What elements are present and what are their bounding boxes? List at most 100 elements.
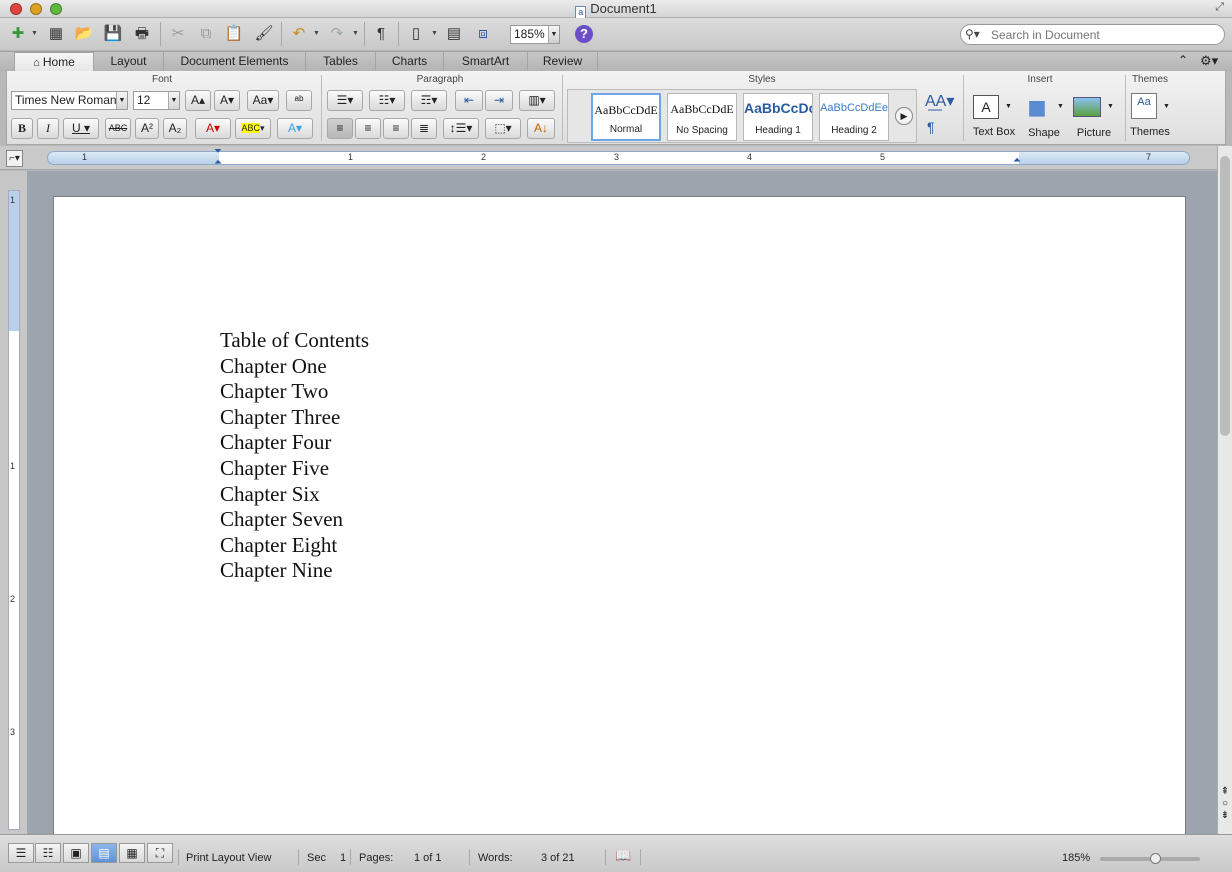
manage-styles-icon[interactable]: A͟A▾ bbox=[925, 91, 954, 111]
font-size-select[interactable]: 12 ▼ bbox=[133, 91, 180, 110]
new-document-icon[interactable]: ✚ bbox=[6, 22, 30, 46]
zoom-slider[interactable] bbox=[1100, 853, 1200, 864]
change-case-button[interactable]: Aa▾ bbox=[247, 90, 279, 111]
font-name-dropdown-icon[interactable]: ▼ bbox=[116, 92, 127, 109]
paste-icon[interactable]: 📋 bbox=[222, 22, 246, 46]
copy-icon[interactable]: ⧉ bbox=[194, 22, 218, 46]
search-input[interactable] bbox=[991, 26, 1216, 43]
sort-button[interactable]: A↓ bbox=[527, 118, 555, 139]
superscript-button[interactable]: A² bbox=[135, 118, 159, 139]
font-name-select[interactable]: Times New Roman ▼ bbox=[11, 91, 128, 110]
toc-line[interactable]: Chapter Nine bbox=[220, 558, 369, 584]
toc-line[interactable]: Chapter Six bbox=[220, 482, 369, 508]
bold-button[interactable]: B bbox=[11, 118, 33, 139]
shape-dropdown-icon[interactable]: ▼ bbox=[1057, 103, 1064, 110]
font-color-button[interactable]: A▾ bbox=[195, 118, 231, 139]
open-icon[interactable]: 📂 bbox=[72, 22, 96, 46]
scrollbar-thumb[interactable] bbox=[1220, 156, 1230, 436]
show-formatting-icon[interactable]: ¶ bbox=[369, 22, 393, 46]
redo-icon[interactable]: ↷ bbox=[325, 22, 349, 46]
picture-dropdown-icon[interactable]: ▼ bbox=[1107, 103, 1114, 110]
search-icon[interactable]: ⚲▾ bbox=[965, 25, 980, 44]
draft-view-icon[interactable]: ☰ bbox=[8, 843, 34, 863]
view-dropdown-icon[interactable]: ▼ bbox=[431, 30, 438, 37]
italic-button[interactable]: I bbox=[37, 118, 59, 139]
print-icon[interactable]: 🖶 bbox=[130, 22, 154, 46]
tab-selector-icon[interactable]: ⌐▾ bbox=[6, 150, 23, 167]
vertical-scrollbar[interactable]: ⇞ ○ ⇟ bbox=[1217, 146, 1232, 834]
borders-button[interactable]: ⬚▾ bbox=[485, 118, 521, 139]
right-indent-marker[interactable]: ⏶ bbox=[1013, 155, 1021, 166]
first-line-indent-marker[interactable]: ⏷ bbox=[214, 146, 222, 157]
toc-line[interactable]: Chapter Eight bbox=[220, 533, 369, 559]
picture-button[interactable]: ▼ Picture bbox=[1069, 91, 1119, 143]
zoom-select[interactable]: 185% ▼ bbox=[510, 25, 560, 44]
tab-tables[interactable]: Tables bbox=[306, 52, 376, 72]
format-painter-icon[interactable]: 🖌 bbox=[252, 22, 276, 46]
text-effects-button[interactable]: A▾ bbox=[277, 118, 313, 139]
help-icon[interactable]: ? bbox=[575, 25, 593, 43]
columns-button[interactable]: ▥▾ bbox=[519, 90, 555, 111]
highlight-button[interactable]: ABC▾ bbox=[235, 118, 271, 139]
horizontal-ruler[interactable]: 1 1 2 3 4 5 7 ⏷ ⏶ ⏶ bbox=[47, 146, 1190, 168]
print-layout-view-icon[interactable]: ▤ bbox=[91, 843, 117, 863]
strikethrough-button[interactable]: ABC bbox=[105, 118, 131, 139]
toc-line[interactable]: Chapter Two bbox=[220, 379, 369, 405]
themes-dropdown-icon[interactable]: ▼ bbox=[1163, 103, 1170, 110]
outline-view-icon[interactable]: ☷ bbox=[35, 843, 61, 863]
underline-button[interactable]: U ▾ bbox=[63, 118, 99, 139]
tab-review[interactable]: Review bbox=[528, 52, 598, 72]
styles-pane-icon[interactable]: ¶ bbox=[927, 119, 935, 135]
multilevel-list-button[interactable]: ☶▾ bbox=[411, 90, 447, 111]
redo-dropdown-icon[interactable]: ▼ bbox=[352, 30, 359, 37]
page-navigation-icon[interactable]: ⇞ ○ ⇟ bbox=[1219, 786, 1231, 822]
line-spacing-button[interactable]: ↕☰▾ bbox=[443, 118, 479, 139]
style-no-spacing[interactable]: AaBbCcDdE No Spacing bbox=[667, 93, 737, 141]
tab-home[interactable]: ⌂ Home bbox=[14, 52, 94, 72]
toc-line[interactable]: Chapter One bbox=[220, 354, 369, 380]
full-screen-view-icon[interactable]: ⛶ bbox=[147, 843, 173, 863]
new-document-dropdown-icon[interactable]: ▼ bbox=[31, 30, 38, 37]
tab-document-elements[interactable]: Document Elements bbox=[164, 52, 306, 72]
templates-icon[interactable]: ▦ bbox=[44, 22, 68, 46]
increase-indent-button[interactable]: ⇥ bbox=[485, 90, 513, 111]
zoom-dropdown-icon[interactable]: ▼ bbox=[548, 26, 559, 43]
styles-next-icon[interactable]: ▶ bbox=[895, 107, 913, 125]
style-heading-2[interactable]: AaBbCcDdEe Heading 2 bbox=[819, 93, 889, 141]
view-icon[interactable]: ▯ bbox=[404, 22, 428, 46]
tab-smartart[interactable]: SmartArt bbox=[444, 52, 528, 72]
style-heading-1[interactable]: AaBbCcDc Heading 1 bbox=[743, 93, 813, 141]
shape-button[interactable]: ◼ ▼ Shape bbox=[1019, 91, 1069, 143]
decrease-indent-button[interactable]: ⇤ bbox=[455, 90, 483, 111]
tab-charts[interactable]: Charts bbox=[376, 52, 444, 72]
textbox-dropdown-icon[interactable]: ▼ bbox=[1005, 103, 1012, 110]
toc-line[interactable]: Chapter Seven bbox=[220, 507, 369, 533]
zoom-slider-thumb[interactable] bbox=[1150, 853, 1161, 864]
justify-button[interactable]: ≣ bbox=[411, 118, 437, 139]
tab-layout[interactable]: Layout bbox=[94, 52, 164, 72]
fullscreen-icon[interactable]: ⤢ bbox=[1215, 1, 1224, 14]
textbox-button[interactable]: A ▼ Text Box bbox=[969, 91, 1019, 143]
save-icon[interactable]: 💾 bbox=[101, 22, 125, 46]
vertical-ruler[interactable]: 1 1 2 3 bbox=[8, 190, 20, 830]
numbering-button[interactable]: ☷▾ bbox=[369, 90, 405, 111]
search-field[interactable]: ⚲▾ bbox=[960, 24, 1225, 45]
toc-heading[interactable]: Table of Contents bbox=[220, 328, 369, 354]
align-left-button[interactable]: ≡ bbox=[327, 118, 353, 139]
clear-formatting-button[interactable]: ᵃᵇ bbox=[286, 90, 312, 111]
cut-icon[interactable]: ✂ bbox=[166, 22, 190, 46]
grow-font-button[interactable]: A▴ bbox=[185, 90, 211, 111]
notebook-view-icon[interactable]: ▦ bbox=[119, 843, 145, 863]
align-center-button[interactable]: ≡ bbox=[355, 118, 381, 139]
toc-line[interactable]: Chapter Four bbox=[220, 430, 369, 456]
toolbox-icon[interactable]: ⧈ bbox=[471, 22, 495, 46]
style-normal[interactable]: AaBbCcDdE Normal bbox=[591, 93, 661, 141]
toc-line[interactable]: Chapter Three bbox=[220, 405, 369, 431]
align-right-button[interactable]: ≡ bbox=[383, 118, 409, 139]
document-page[interactable]: Table of Contents Chapter One Chapter Tw… bbox=[53, 196, 1186, 856]
shrink-font-button[interactable]: A▾ bbox=[214, 90, 240, 111]
undo-icon[interactable]: ↶ bbox=[287, 22, 311, 46]
publishing-layout-view-icon[interactable]: ▣ bbox=[63, 843, 89, 863]
themes-button[interactable]: Aa ▼ Themes bbox=[1127, 91, 1177, 143]
font-size-dropdown-icon[interactable]: ▼ bbox=[168, 92, 179, 109]
